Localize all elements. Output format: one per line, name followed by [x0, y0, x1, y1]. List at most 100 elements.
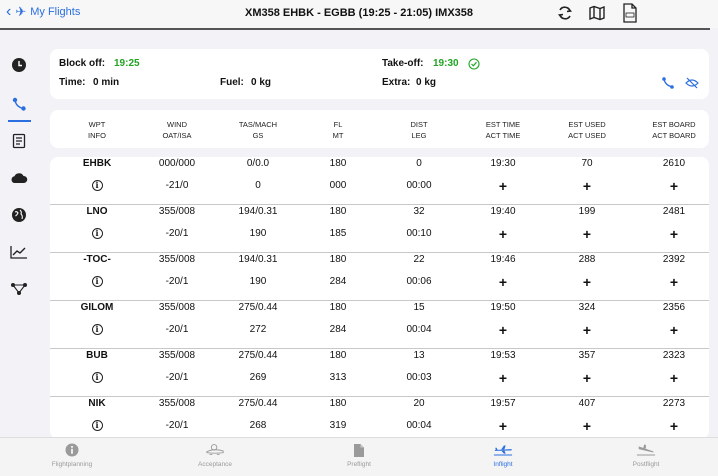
- plus-icon: +: [498, 370, 508, 386]
- table-row[interactable]: GILOM 355/008 275/0.44 180 15 19:50 324 2356 i -2…: [50, 301, 709, 349]
- tab-flightplanning[interactable]: Flightplanning: [17, 442, 127, 474]
- cell-est-time: 19:50: [490, 302, 516, 313]
- plus-icon: +: [669, 274, 679, 290]
- add-actual-button[interactable]: +: [458, 178, 548, 194]
- add-actual-button[interactable]: +: [542, 370, 632, 386]
- info-circle-icon[interactable]: i: [52, 324, 142, 335]
- plus-icon: +: [498, 226, 508, 242]
- info-circle-icon[interactable]: i: [52, 372, 142, 383]
- column-header: EST BOARD ACT BOARD: [629, 119, 718, 141]
- add-actual-button[interactable]: +: [458, 323, 548, 338]
- tab-inflight[interactable]: Inflight: [448, 442, 558, 474]
- table-row[interactable]: -TOC- 355/008 194/0.31 180 22 19:46 288 2392 i -2…: [50, 253, 709, 301]
- cell-gs: 268: [249, 420, 267, 431]
- cell-tas: 194/0.31: [238, 206, 278, 217]
- add-actual-button[interactable]: +: [458, 226, 548, 242]
- add-actual-button[interactable]: +: [458, 275, 548, 290]
- hide-route-icon[interactable]: [685, 76, 699, 95]
- column-header-top: TAS/MACH: [238, 120, 278, 129]
- plus-icon: +: [498, 418, 508, 434]
- table-row[interactable]: LNO 355/008 194/0.31 180 32 19:40 199 2481 i -20/…: [50, 205, 709, 253]
- fuel-value: 0 kg: [251, 77, 272, 88]
- column-header-bottom: GS: [252, 131, 264, 140]
- tab-preflight[interactable]: Preflight: [304, 442, 414, 474]
- column-header: WPT INFO: [52, 119, 142, 141]
- plus-icon: +: [669, 226, 679, 242]
- cell-est-time: 19:53: [490, 350, 516, 361]
- column-header-top: FL: [333, 120, 343, 129]
- cell-mt: 319: [329, 420, 347, 431]
- document-list-icon[interactable]: [9, 131, 29, 151]
- cell-est-board: 2481: [662, 206, 686, 217]
- pdf-icon[interactable]: [620, 3, 640, 23]
- column-header-bottom: INFO: [88, 131, 106, 140]
- add-actual-button[interactable]: +: [542, 178, 632, 194]
- waypoint-name: NIK: [88, 398, 106, 409]
- cell-tas: 275/0.44: [238, 398, 278, 409]
- column-header: DIST LEG: [374, 119, 464, 141]
- table-row[interactable]: NIK 355/008 275/0.44 180 20 19:57 407 2273 i -20/…: [50, 397, 709, 439]
- plus-icon: +: [669, 418, 679, 434]
- clock-icon[interactable]: [9, 55, 29, 75]
- flight-title: XM358 EHBK - EGBB (19:25 - 21:05) IMX358: [244, 7, 474, 19]
- info-circle-icon[interactable]: i: [52, 276, 142, 287]
- refresh-icon[interactable]: [555, 3, 575, 23]
- map-icon[interactable]: [587, 3, 607, 23]
- extra-value: 0 kg: [416, 77, 437, 88]
- tab-postflight[interactable]: Postflight: [591, 442, 701, 474]
- cell-oat: -20/1: [165, 420, 189, 431]
- cell-leg: 00:04: [406, 420, 432, 431]
- route-icon[interactable]: [9, 94, 29, 114]
- cell-oat: -20/1: [165, 276, 189, 287]
- cell-est-used: 357: [578, 350, 596, 361]
- plus-icon: +: [582, 274, 592, 290]
- add-actual-button[interactable]: +: [542, 418, 632, 434]
- column-header-top: DIST: [410, 120, 428, 129]
- column-header-bottom: OAT/ISA: [162, 131, 192, 140]
- tab-acceptance[interactable]: Acceptance: [160, 442, 270, 474]
- bottom-tab-bar: Flightplanning Acceptance Preflight Infl…: [0, 437, 718, 476]
- plus-icon: +: [582, 370, 592, 386]
- cell-fl: 180: [329, 158, 347, 169]
- cell-leg: 00:04: [406, 324, 432, 335]
- header-divider: [0, 28, 710, 30]
- info-circle-icon[interactable]: i: [52, 180, 142, 191]
- time-value: 0 min: [93, 77, 120, 88]
- tab-label: Postflight: [632, 461, 660, 468]
- network-icon[interactable]: [9, 279, 29, 299]
- column-header-top: EST BOARD: [652, 120, 696, 129]
- chart-icon[interactable]: [9, 242, 29, 262]
- route-small-icon[interactable]: [661, 76, 675, 95]
- plus-icon: +: [498, 178, 508, 194]
- add-actual-button[interactable]: +: [629, 323, 709, 338]
- plus-icon: +: [669, 178, 679, 194]
- add-actual-button[interactable]: +: [458, 418, 548, 434]
- add-actual-button[interactable]: +: [629, 418, 709, 434]
- add-actual-button[interactable]: +: [629, 226, 709, 242]
- fuel-label: Fuel:: [220, 77, 244, 88]
- add-actual-button[interactable]: +: [542, 322, 632, 338]
- cloud-icon[interactable]: [9, 168, 29, 188]
- globe-icon[interactable]: [9, 205, 29, 225]
- info-circle-icon[interactable]: i: [52, 420, 142, 431]
- info-circle-icon[interactable]: i: [52, 228, 142, 239]
- add-actual-button[interactable]: +: [542, 274, 632, 290]
- add-actual-button[interactable]: +: [629, 178, 709, 194]
- plus-icon: +: [582, 322, 592, 338]
- add-actual-button[interactable]: +: [629, 274, 709, 290]
- plus-icon: +: [582, 178, 592, 194]
- cell-mt: 313: [329, 372, 347, 383]
- block-off-value: 19:25: [114, 58, 140, 69]
- cell-wind: 355/008: [158, 254, 196, 265]
- add-actual-button[interactable]: +: [629, 371, 709, 386]
- time-label: Time:: [59, 77, 86, 88]
- table-row[interactable]: BUB 355/008 275/0.44 180 13 19:53 357 2323 i -20/…: [50, 349, 709, 397]
- cell-fl: 180: [329, 398, 347, 409]
- cell-tas: 275/0.44: [238, 302, 278, 313]
- plus-icon: +: [582, 418, 592, 434]
- cell-est-used: 70: [581, 158, 593, 169]
- table-row[interactable]: EHBK 000/000 0/0.0 180 0 19:30 70 2610 i -21/0 0 00…: [50, 157, 709, 205]
- cell-wind: 355/008: [158, 206, 196, 217]
- add-actual-button[interactable]: +: [458, 370, 548, 386]
- add-actual-button[interactable]: +: [542, 227, 632, 242]
